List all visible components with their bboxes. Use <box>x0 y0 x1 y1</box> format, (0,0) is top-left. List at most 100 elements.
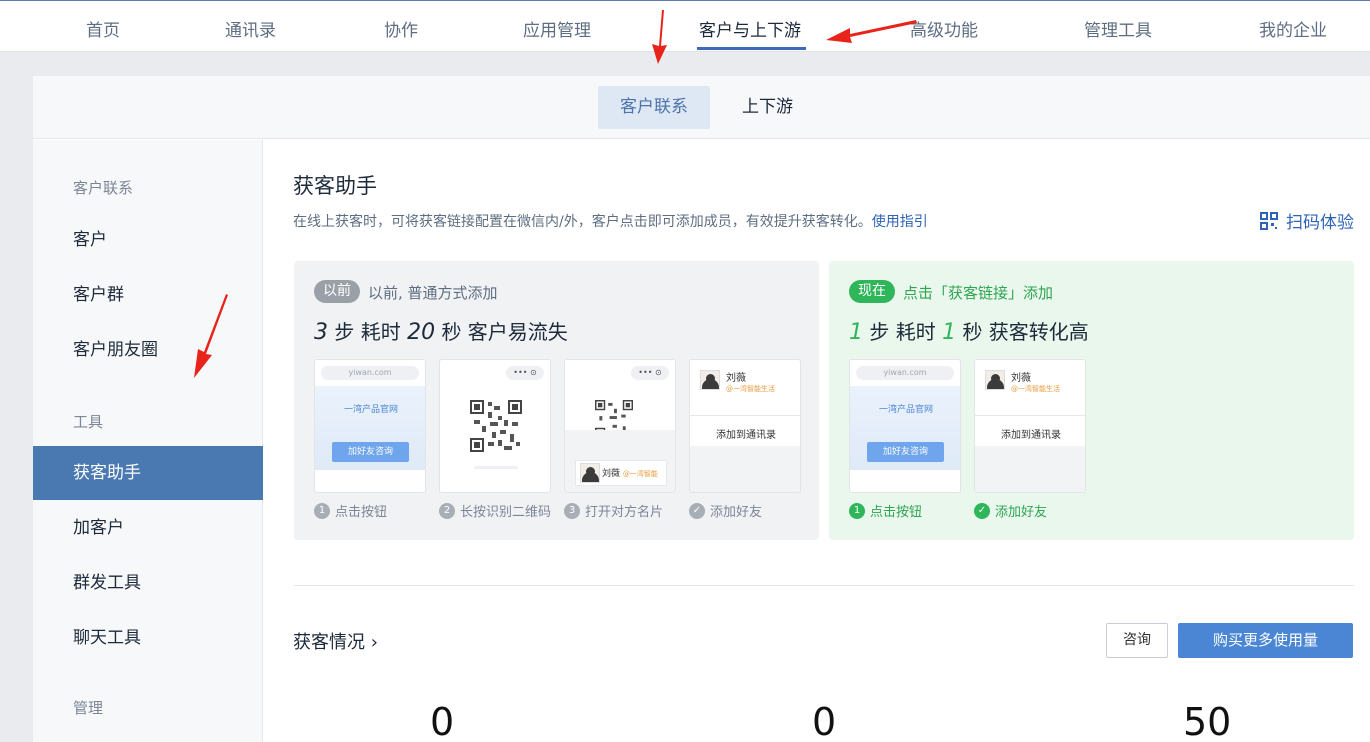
before-badge: 以前 <box>314 280 360 303</box>
nav-home[interactable]: 首页 <box>86 16 120 41</box>
mock-hero: 一湾产品官网 加好友咨询 <box>315 386 425 470</box>
mock-profile-card: 刘薇 @一湾智能生活 添加到通讯录 <box>974 359 1086 493</box>
mock-profile-org: @一湾智能生活 <box>726 385 775 393</box>
sidebar-section-management: 管理 <box>73 699 104 717</box>
mock-qr-page: ••• ⊙ <box>439 359 551 493</box>
nav-contacts[interactable]: 通讯录 <box>225 16 276 41</box>
mock-contact-card: 刘薇 @一湾智能 <box>575 460 667 486</box>
mock-caption-line <box>474 466 518 469</box>
mock-card-footer <box>975 446 1085 492</box>
main-card: 客户联系 上下游 客户联系 客户 客户群 客户朋友圈 工具 获客助手 加客户 群… <box>33 76 1370 742</box>
sidebar-item-acquisition-assistant[interactable]: 获客助手 <box>33 446 263 500</box>
after-panel: 现在 点击「获客链接」添加 1 步 耗时 1 秒 获客转化高 yiwan.com… <box>829 261 1354 540</box>
annotation-arrow-down-left <box>194 294 228 378</box>
sidebar-item-chat-tools[interactable]: 聊天工具 <box>33 611 263 665</box>
after-headline: 1 步 耗时 1 秒 获客转化高 <box>849 316 1089 345</box>
page-title: 获客助手 <box>293 174 377 198</box>
stat-value-2: 0 <box>812 700 837 742</box>
after-time-word: 秒 获客转化高 <box>962 320 1089 344</box>
mock-profile-org: @一湾智能生活 <box>1011 385 1060 393</box>
tab-upstream-downstream[interactable]: 上下游 <box>720 86 815 129</box>
annotation-arrow-down <box>652 10 667 64</box>
sidebar-item-broadcast[interactable]: 群发工具 <box>33 556 263 610</box>
sidebar-section-tools: 工具 <box>73 413 104 431</box>
step-number: 3 <box>564 502 580 519</box>
step-label: 添加好友 <box>995 505 1048 520</box>
mock-contact-name: 刘薇 <box>602 469 621 479</box>
annotation-arrow-left <box>826 20 917 43</box>
stat-value-1: 0 <box>430 700 455 742</box>
sidebar-item-customers[interactable]: 客户 <box>33 213 263 267</box>
sub-tabs: 客户联系 上下游 <box>33 76 1370 139</box>
scan-label: 扫码体验 <box>1286 213 1354 233</box>
before-time-count: 20 <box>407 320 436 345</box>
after-steps-word: 步 耗时 <box>869 320 936 344</box>
mock-landing-page: yiwan.com 一湾产品官网 加好友咨询 <box>849 359 961 493</box>
usage-guide-link[interactable]: 使用指引 <box>872 214 928 230</box>
tab-customer-contact[interactable]: 客户联系 <box>598 86 710 129</box>
after-steps-count: 1 <box>849 320 863 345</box>
step-label: 添加好友 <box>710 505 763 520</box>
mock-profile-header: 刘薇 @一湾智能生活 <box>690 360 800 416</box>
sidebar-item-add-customer[interactable]: 加客户 <box>33 501 263 555</box>
mock-add-friend-button: 加好友咨询 <box>332 442 409 462</box>
sidebar-section-customer-contact: 客户联系 <box>73 179 134 197</box>
after-step-2: ✓ 添加好友 <box>974 501 1047 520</box>
step-label: 打开对方名片 <box>585 505 664 520</box>
after-badge-text: 点击「获客链接」添加 <box>903 284 1054 302</box>
nav-management-tools[interactable]: 管理工具 <box>1084 16 1152 41</box>
mock-url-bar: yiwan.com <box>856 366 954 380</box>
before-step-4: ✓ 添加好友 <box>689 501 762 520</box>
step-label: 点击按钮 <box>335 505 388 520</box>
after-time-count: 1 <box>942 320 957 345</box>
scan-to-try-button[interactable]: 扫码体验 <box>1260 208 1354 233</box>
nav-customers-partners[interactable]: 客户与上下游 <box>699 16 801 41</box>
mock-hero-title: 一湾产品官网 <box>878 405 933 415</box>
step-number: 1 <box>314 502 330 519</box>
before-step-3: 3 打开对方名片 <box>564 501 663 520</box>
nav-my-company[interactable]: 我的企业 <box>1259 16 1327 41</box>
step-label: 点击按钮 <box>870 505 923 520</box>
nav-advanced[interactable]: 高级功能 <box>910 16 978 41</box>
check-icon: ✓ <box>974 502 990 519</box>
mock-landing-page: yiwan.com 一湾产品官网 加好友咨询 <box>314 359 426 493</box>
acquisition-stats-title[interactable]: 获客情况 › <box>293 628 378 654</box>
page-description: 在线上获客时，可将获客链接配置在微信内/外，客户点击即可添加成员，有效提升获客转… <box>293 211 928 231</box>
qr-code-image <box>470 400 522 452</box>
mock-menu-dots: ••• ⊙ <box>506 366 544 380</box>
mock-profile-card: 刘薇 @一湾智能生活 添加到通讯录 <box>689 359 801 493</box>
before-badge-text: 以前, 普通方式添加 <box>368 284 498 302</box>
mock-url-bar: yiwan.com <box>321 366 419 380</box>
before-step-1: 1 点击按钮 <box>314 501 387 520</box>
mock-hero: 一湾产品官网 加好友咨询 <box>850 386 960 470</box>
mock-hero-title: 一湾产品官网 <box>343 405 398 415</box>
check-icon: ✓ <box>689 502 705 519</box>
mock-add-to-contacts: 添加到通讯录 <box>716 430 776 441</box>
mock-qr-contact-page: ••• ⊙ 刘薇 @一湾智能 <box>564 359 676 493</box>
after-badge: 现在 <box>849 280 895 303</box>
before-time-word: 秒 客户易流失 <box>441 320 568 344</box>
buy-more-button[interactable]: 购买更多使用量 <box>1178 623 1353 658</box>
before-panel: 以前 以前, 普通方式添加 3 步 耗时 20 秒 客户易流失 yiwan.co… <box>294 261 819 540</box>
description-text: 在线上获客时，可将获客链接配置在微信内/外，客户点击即可添加成员，有效提升获客转… <box>293 214 872 230</box>
step-label: 长按识别二维码 <box>460 505 552 520</box>
mock-menu-dots: ••• ⊙ <box>631 366 669 380</box>
stat-value-3: 50 <box>1183 700 1232 742</box>
mock-contact-org: @一湾智能 <box>622 470 658 478</box>
step-number: 1 <box>849 502 865 519</box>
avatar <box>985 370 1005 390</box>
nav-collaboration[interactable]: 协作 <box>384 16 418 41</box>
step-number: 2 <box>439 502 455 519</box>
mock-add-friend-button: 加好友咨询 <box>867 442 944 462</box>
mock-profile-header: 刘薇 @一湾智能生活 <box>975 360 1085 416</box>
nav-active-underline <box>697 47 806 50</box>
mock-add-to-contacts: 添加到通讯录 <box>1001 430 1061 441</box>
before-steps-count: 3 <box>314 320 328 345</box>
mock-card-footer <box>690 446 800 492</box>
nav-app-management[interactable]: 应用管理 <box>523 16 591 41</box>
before-steps-word: 步 耗时 <box>334 320 401 344</box>
avatar <box>700 370 720 390</box>
consult-button[interactable]: 咨询 <box>1106 623 1168 658</box>
sidebar: 客户联系 客户 客户群 客户朋友圈 工具 获客助手 加客户 群发工具 聊天工具 … <box>33 140 263 742</box>
mock-profile-name: 刘薇 <box>726 373 746 384</box>
